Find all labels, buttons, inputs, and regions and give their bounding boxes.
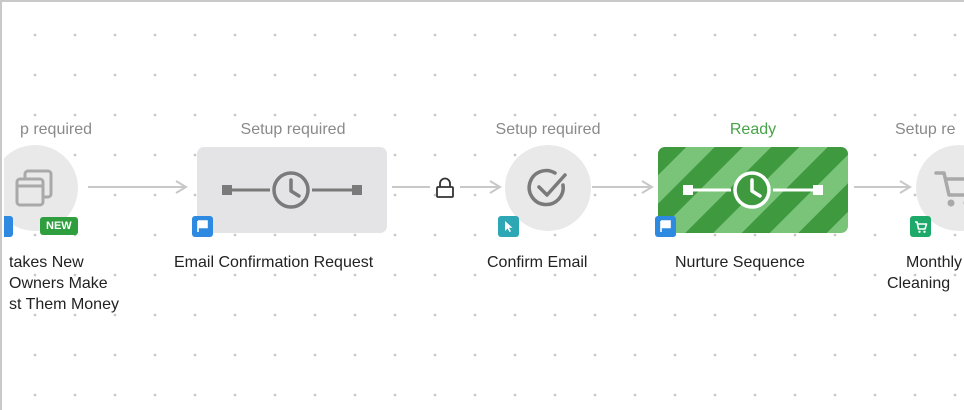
new-tag: NEW [40,217,78,235]
step-1-title: takes New Owners Make st Them Money [9,254,119,313]
step-1-badge [4,216,13,237]
step-1-status: p required [19,121,93,138]
step-2-node[interactable] [197,147,387,233]
step-2-title: Email Confirmation Request [174,254,374,271]
cart-icon [914,220,928,234]
step-3-status: Setup required [495,121,601,138]
step-3-title: Confirm Email [487,254,588,271]
check-circle-icon [525,165,571,211]
step-2-badge [192,216,213,237]
step-5-badge [910,216,931,237]
workflow-frame: p required NEW takes New Owners Make st … [0,0,964,410]
lock-icon[interactable] [433,176,457,200]
step-4-node[interactable] [658,147,848,233]
step-2-status: Setup required [240,121,346,138]
workflow-canvas[interactable]: p required NEW takes New Owners Make st … [4,4,964,410]
step-5-status: Setup re [895,121,956,138]
delay-clock-icon [683,167,823,213]
delay-clock-icon [222,167,362,213]
pages-icon [11,165,57,211]
step-3-badge [498,216,519,237]
step-5-title: Monthly Cleaning [887,254,963,292]
cursor-icon [502,220,515,233]
step-4-status: Ready [729,121,777,138]
cart-icon [932,165,964,211]
flag-icon [659,220,672,233]
step-4-title: Nurture Sequence [675,254,805,271]
step-4-badge [655,216,676,237]
flag-icon [196,220,209,233]
